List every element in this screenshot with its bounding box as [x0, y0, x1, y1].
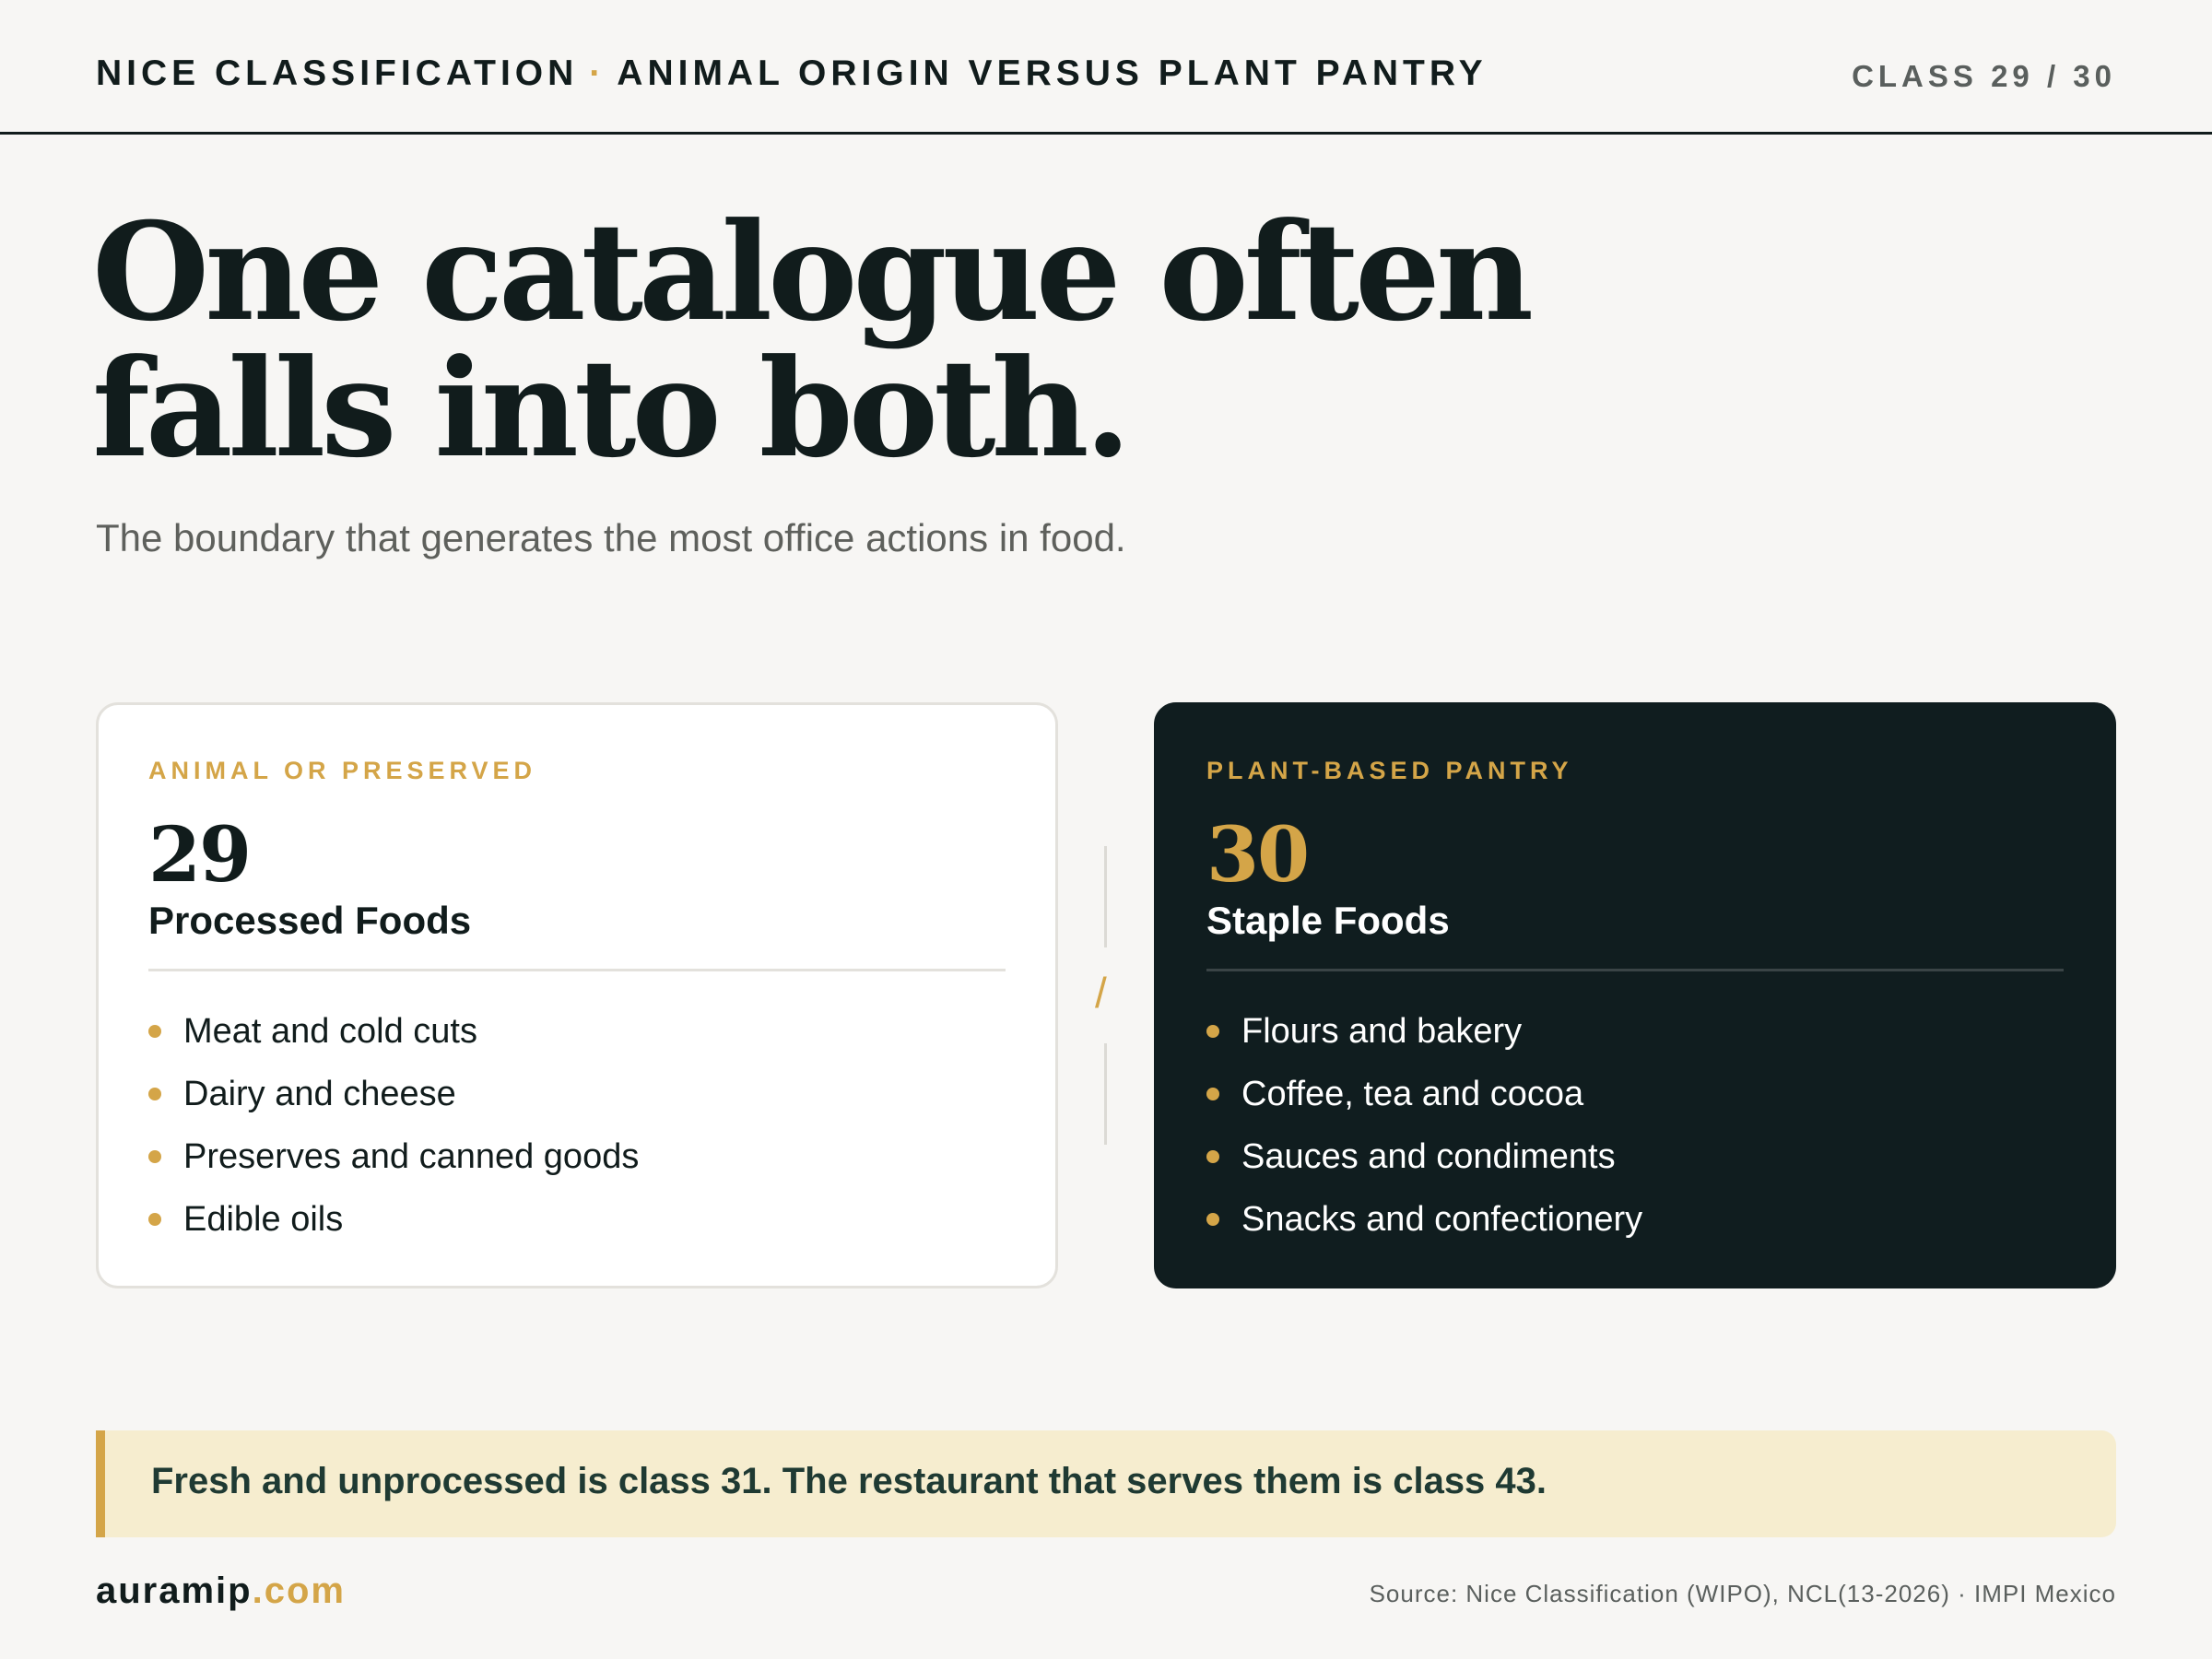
list-item: Snacks and confectionery [1206, 1188, 1642, 1251]
class-number: 30 [1206, 811, 1310, 900]
header-title-right: ANIMAL ORIGIN VERSUS PLANT PANTRY [617, 53, 1488, 93]
page-indicator: CLASS 29 / 30 [1852, 59, 2116, 93]
list-item-label: Preserves and canned goods [183, 1137, 640, 1176]
bullet-dot-icon [148, 1213, 161, 1226]
card-eyebrow: PLANT-BASED PANTRY [1206, 757, 1573, 784]
headline-line-2: falls into both. [92, 330, 1132, 488]
card-title: Staple Foods [1206, 899, 1450, 942]
card-item-list: Meat and cold cuts Dairy and cheese Pres… [148, 1000, 639, 1251]
source-citation: Source: Nice Classification (WIPO), NCL(… [1369, 1580, 2116, 1607]
header-title-left: NICE CLASSIFICATION [96, 53, 579, 93]
brand-tld: .com [252, 1571, 346, 1611]
list-item-label: Snacks and confectionery [1241, 1200, 1643, 1239]
page-headline: One catalogue often falls into both. [92, 205, 1567, 477]
class-30-card: PLANT-BASED PANTRY 30 Staple Foods Flour… [1154, 702, 2116, 1288]
card-eyebrow: ANIMAL OR PRESERVED [148, 757, 537, 784]
list-item-label: Meat and cold cuts [183, 1012, 477, 1051]
brand-logo[interactable]: auramip.com [96, 1571, 346, 1612]
list-item: Flours and bakery [1206, 1000, 1642, 1063]
card-divider [148, 969, 1006, 971]
list-item-label: Flours and bakery [1241, 1012, 1523, 1051]
bullet-dot-icon [148, 1088, 161, 1100]
bullet-dot-icon [1206, 1025, 1219, 1038]
class-29-card: ANIMAL OR PRESERVED 29 Processed Foods M… [96, 702, 1058, 1288]
divider-line-top [1104, 846, 1107, 947]
list-item: Edible oils [148, 1188, 639, 1251]
list-item: Sauces and condiments [1206, 1125, 1642, 1188]
list-item-label: Sauces and condiments [1241, 1137, 1616, 1176]
card-divider [1206, 969, 2064, 971]
class-number: 29 [148, 811, 252, 900]
callout-text: Fresh and unprocessed is class 31. The r… [151, 1461, 1547, 1501]
bullet-dot-icon [148, 1025, 161, 1038]
callout-note: Fresh and unprocessed is class 31. The r… [96, 1430, 2116, 1537]
divider-line-bottom [1104, 1043, 1107, 1145]
bullet-dot-icon [1206, 1088, 1219, 1100]
list-item: Meat and cold cuts [148, 1000, 639, 1063]
list-item: Preserves and canned goods [148, 1125, 639, 1188]
brand-name: auramip [96, 1571, 253, 1611]
bullet-dot-icon [1206, 1213, 1219, 1226]
header-separator: · [589, 53, 606, 93]
bullet-dot-icon [1206, 1150, 1219, 1163]
list-item-label: Edible oils [183, 1200, 344, 1239]
headline-line-1: One catalogue often [92, 194, 1534, 351]
divider-slash: / [1095, 969, 1107, 1017]
header-bar: NICE CLASSIFICATION · ANIMAL ORIGIN VERSUS… [0, 0, 2212, 135]
card-title: Processed Foods [148, 899, 472, 942]
card-item-list: Flours and bakery Coffee, tea and cocoa … [1206, 1000, 1642, 1251]
list-item-label: Coffee, tea and cocoa [1241, 1075, 1584, 1113]
page-subtitle: The boundary that generates the most off… [96, 516, 1126, 559]
list-item-label: Dairy and cheese [183, 1075, 456, 1113]
list-item: Dairy and cheese [148, 1063, 639, 1125]
list-item: Coffee, tea and cocoa [1206, 1063, 1642, 1125]
header-title: NICE CLASSIFICATION · ANIMAL ORIGIN VERSUS… [96, 53, 1488, 94]
bullet-dot-icon [148, 1150, 161, 1163]
